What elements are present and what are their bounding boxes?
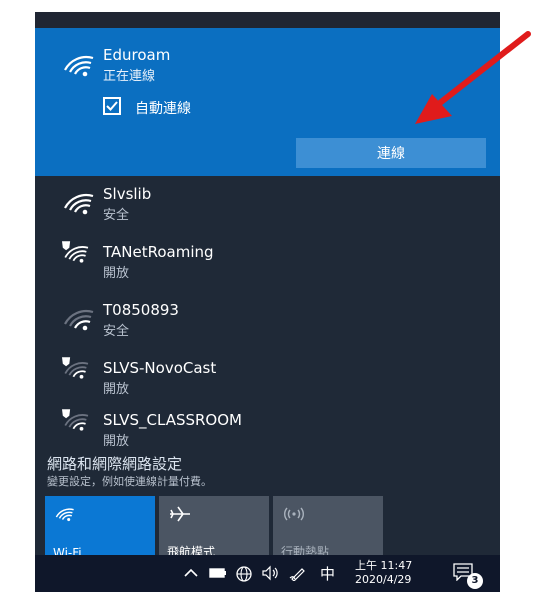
network-item-slvs-classroom[interactable]: SLVS_CLASSROOM 開放 xyxy=(35,402,500,446)
taskbar: 中 上午 11:47 2020/4/29 3 xyxy=(35,555,500,592)
auto-connect-label: 自動連線 xyxy=(135,101,191,117)
battery-icon[interactable] xyxy=(209,565,227,581)
clock-time[interactable]: 上午 11:47 xyxy=(355,557,412,573)
network-status: 開放 xyxy=(103,382,130,397)
connect-button[interactable]: 連線 xyxy=(296,138,486,168)
screenshot-stage: Eduroam 正在連線 自動連線 連線 Slvslib 安全 TANetRoa… xyxy=(0,0,544,592)
wifi-open-icon xyxy=(62,357,89,379)
notification-count-badge: 3 xyxy=(467,573,483,589)
network-settings-link[interactable]: 網路和網際網路設定 xyxy=(47,453,182,474)
checkmark-icon xyxy=(106,101,118,111)
network-item-slvslib[interactable]: Slvslib 安全 xyxy=(35,176,500,234)
network-item-tanetroaming[interactable]: TANetRoaming 開放 xyxy=(35,234,500,292)
network-globe-icon[interactable] xyxy=(235,565,253,583)
network-name: SLVS-NovoCast xyxy=(103,359,217,377)
wifi-icon xyxy=(55,508,74,522)
network-name: SLVS_CLASSROOM xyxy=(103,411,242,429)
network-status: 安全 xyxy=(103,324,130,339)
network-settings-subtitle: 變更設定，例如使連線計量付費。 xyxy=(47,475,212,488)
network-status: 正在連線 xyxy=(103,69,156,84)
selected-network-item[interactable]: Eduroam 正在連線 自動連線 連線 xyxy=(35,28,500,176)
wifi-open-icon xyxy=(62,241,89,263)
network-status: 開放 xyxy=(103,266,130,281)
hotspot-icon xyxy=(284,507,304,521)
network-flyout: Eduroam 正在連線 自動連線 連線 Slvslib 安全 TANetRoa… xyxy=(35,12,500,592)
network-name: T0850893 xyxy=(103,301,179,319)
network-name: Slvslib xyxy=(103,185,152,203)
wifi-icon xyxy=(64,193,94,215)
network-item-t0850893[interactable]: T0850893 安全 xyxy=(35,292,500,350)
network-status: 安全 xyxy=(103,208,130,223)
volume-icon[interactable] xyxy=(261,565,279,581)
network-name: Eduroam xyxy=(103,46,171,64)
network-item-slvs-novocast[interactable]: SLVS-NovoCast 開放 xyxy=(35,350,500,408)
wifi-icon xyxy=(64,55,94,77)
pen-icon[interactable] xyxy=(289,565,307,581)
wifi-open-icon xyxy=(62,409,89,431)
network-name: TANetRoaming xyxy=(103,243,214,261)
airplane-icon xyxy=(170,506,190,522)
wifi-weak-icon xyxy=(64,309,94,331)
network-status: 開放 xyxy=(103,434,130,446)
chevron-up-icon[interactable] xyxy=(183,565,199,581)
clock-date[interactable]: 2020/4/29 xyxy=(355,573,411,586)
flyout-top-strip xyxy=(35,12,500,28)
auto-connect-checkbox[interactable] xyxy=(103,97,121,115)
input-method-indicator[interactable]: 中 xyxy=(320,563,335,584)
